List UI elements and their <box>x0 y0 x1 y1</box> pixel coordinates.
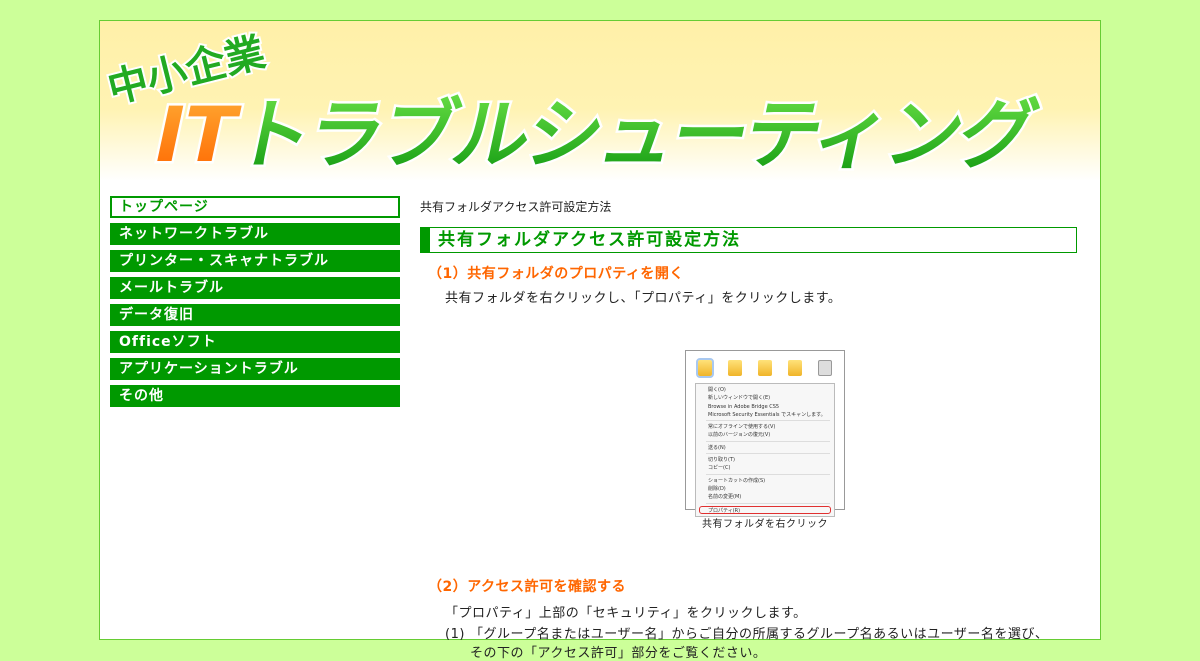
logo-rest-text: トラブルシューティング <box>226 92 1045 180</box>
menu-item-copy: コピー(C) <box>708 465 731 472</box>
list-item-line1: 「グループ名またはユーザー名」からご自分の所属するグループ名あるいはユーザー名を… <box>470 627 1049 642</box>
sidebar-item-office[interactable]: Officeソフト <box>110 331 400 353</box>
step1-text: 共有フォルダを右クリックし、「プロパティ」をクリックします。 <box>445 291 842 306</box>
main-content: 共有フォルダアクセス許可設定方法 共有フォルダアクセス許可設定方法 （1）共有フ… <box>420 198 1080 661</box>
context-menu-screenshot[interactable]: 開く(O) 新しいウィンドウで開く(E) Browse in Adobe Bri… <box>685 350 845 517</box>
sidebar-item-top[interactable]: トップページ <box>110 196 400 218</box>
sidebar-item-data-recovery[interactable]: データ復旧 <box>110 304 400 326</box>
folder-icon <box>728 360 742 376</box>
menu-item-security-scan: Microsoft Security Essentials でスキャンします。 <box>708 411 826 418</box>
step1-figure: 開く(O) 新しいウィンドウで開く(E) Browse in Adobe Bri… <box>680 350 850 530</box>
step2-text: 「プロパティ」上部の「セキュリティ」をクリックします。 <box>445 606 807 621</box>
menu-item-offline: 常にオフラインで使用する(V) <box>708 424 776 431</box>
list-item-number: (1) <box>445 627 465 642</box>
menu-item-open: 開く(O) <box>708 387 726 393</box>
svg-text:ITトラブルシューティング: ITトラブルシューティング <box>146 92 1045 180</box>
menu-item-restore-versions: 以前のバージョンの復元(V) <box>708 432 771 439</box>
site-banner[interactable]: 中小企業 ITトラブルシューティング <box>100 21 1100 181</box>
menu-item-open-new-window: 新しいウィンドウで開く(E) <box>708 395 771 402</box>
step2-title: （2）アクセス許可を確認する <box>428 579 627 595</box>
sidebar-item-printer-scanner[interactable]: プリンター・スキャナトラブル <box>110 250 400 272</box>
list-item-line2: その下の「アクセス許可」部分をご覧ください。 <box>470 646 767 661</box>
sidebar-item-mail[interactable]: メールトラブル <box>110 277 400 299</box>
folder-icon <box>788 360 802 376</box>
sidebar-item-application[interactable]: アプリケーショントラブル <box>110 358 400 380</box>
sidebar-nav: トップページ ネットワークトラブル プリンター・スキャナトラブル メールトラブル… <box>110 196 400 412</box>
menu-item-delete: 削除(D) <box>708 485 726 492</box>
breadcrumb: 共有フォルダアクセス許可設定方法 <box>420 200 612 214</box>
folder-icons-row <box>690 355 840 381</box>
menu-item-properties: プロパティ(R) <box>699 505 831 514</box>
context-menu: 開く(O) 新しいウィンドウで開く(E) Browse in Adobe Bri… <box>695 383 835 517</box>
menu-item-rename: 名前の変更(M) <box>708 494 742 501</box>
sidebar-item-other[interactable]: その他 <box>110 385 400 407</box>
menu-item-create-shortcut: ショートカットの作成(S) <box>708 477 766 484</box>
list-item: (1) 「グループ名またはユーザー名」からご自分の所属するグループ名あるいはユーザ… <box>420 623 1080 661</box>
step1-title: （1）共有フォルダのプロパティを開く <box>428 266 684 282</box>
site-logo: 中小企業 ITトラブルシューティング <box>101 27 1047 181</box>
menu-item-send-to: 送る(N) <box>708 444 726 451</box>
step2-section: （2）アクセス許可を確認する 「プロパティ」上部の「セキュリティ」をクリックしま… <box>420 566 1080 661</box>
menu-item-cut: 切り取り(T) <box>708 457 735 464</box>
document-icon <box>818 360 832 376</box>
figure-caption: 共有フォルダを右クリック <box>702 519 828 530</box>
sidebar-item-network[interactable]: ネットワークトラブル <box>110 223 400 245</box>
folder-icon <box>696 358 714 378</box>
page-frame: 中小企業 ITトラブルシューティング トップページ ネットワークトラブル プリン… <box>99 20 1101 661</box>
page-title: 共有フォルダアクセス許可設定方法 <box>420 227 1077 253</box>
menu-item-adobe-bridge: Browse in Adobe Bridge CS5 <box>708 403 780 410</box>
folder-icon <box>758 360 772 376</box>
